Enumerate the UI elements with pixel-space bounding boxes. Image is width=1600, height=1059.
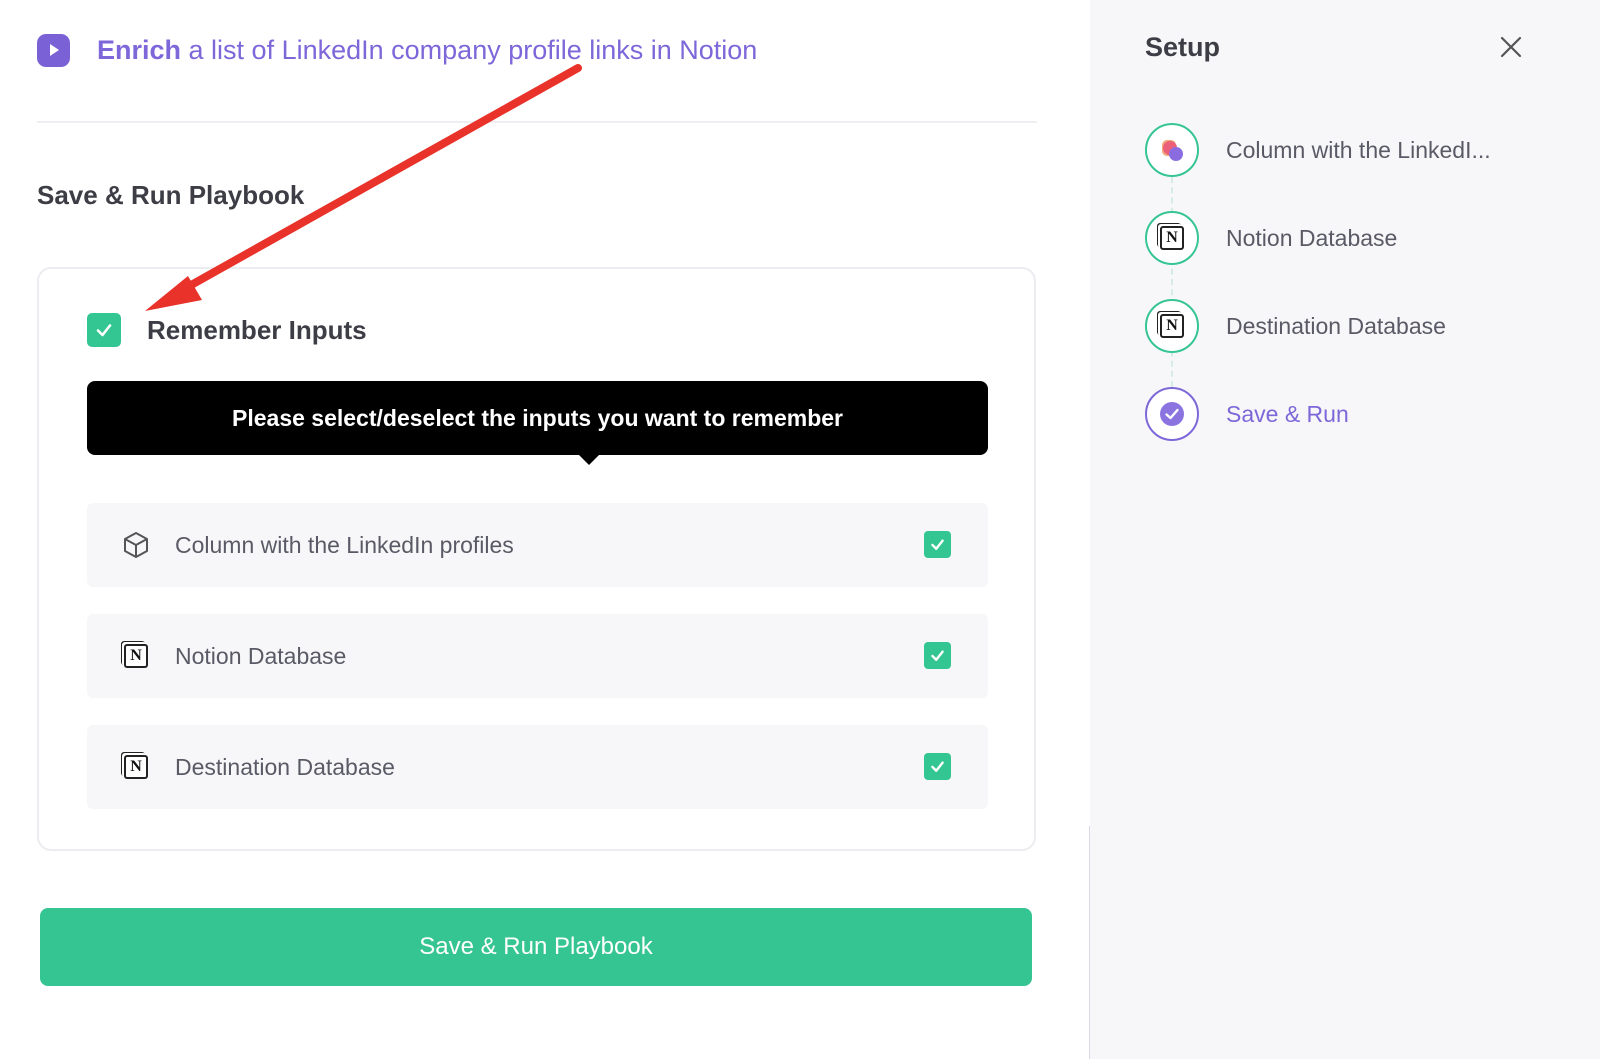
notion-icon: N (1145, 299, 1199, 353)
app-logo-icon (1145, 123, 1199, 177)
check-circle-icon (1145, 387, 1199, 441)
checkmark-icon (96, 324, 112, 337)
input-item-label: Destination Database (175, 753, 395, 780)
cube-icon (121, 530, 151, 560)
step-notion-database[interactable]: N Notion Database (1145, 211, 1397, 265)
notion-icon: N (121, 641, 151, 671)
sidebar-title: Setup (1145, 32, 1221, 62)
playbook-title-bold: Enrich (97, 34, 182, 65)
main-panel: Enrich a list of LinkedIn company profil… (0, 0, 1090, 1059)
checkmark-icon (931, 761, 944, 772)
step-label: Save & Run (1226, 400, 1349, 427)
tooltip-arrow (579, 455, 599, 465)
playbook-title-rest: a list of LinkedIn company profile links… (181, 34, 758, 65)
step-label: Notion Database (1226, 224, 1398, 251)
setup-sidebar: Setup Column with the LinkedI... N Notio… (1090, 0, 1600, 1059)
input-item-destination-database[interactable]: N Destination Database (87, 725, 988, 809)
checkmark-icon (931, 650, 944, 661)
save-and-run-button[interactable]: Save & Run Playbook (40, 908, 1032, 986)
play-icon[interactable] (37, 33, 70, 67)
steps-connector (1171, 177, 1173, 387)
playbook-header: Enrich a list of LinkedIn company profil… (37, 30, 757, 70)
remember-inputs-label[interactable]: Remember Inputs (147, 315, 367, 346)
input-item-notion-database[interactable]: N Notion Database (87, 614, 988, 698)
tooltip: Please select/deselect the inputs you wa… (87, 381, 988, 465)
step-linkedin-column[interactable]: Column with the LinkedI... (1145, 123, 1491, 177)
remember-inputs-checkbox[interactable] (87, 313, 121, 347)
playbook-title[interactable]: Enrich a list of LinkedIn company profil… (97, 35, 757, 66)
remember-inputs-row: Remember Inputs (87, 313, 367, 347)
input-item-linkedin-column[interactable]: Column with the LinkedIn profiles (87, 503, 988, 587)
step-label: Destination Database (1226, 312, 1446, 339)
close-icon[interactable] (1498, 34, 1524, 60)
input-item-label: Column with the LinkedIn profiles (175, 531, 514, 558)
step-save-and-run[interactable]: Save & Run (1145, 387, 1349, 441)
tooltip-text: Please select/deselect the inputs you wa… (232, 404, 843, 431)
notion-icon: N (121, 752, 151, 782)
step-label: Column with the LinkedI... (1226, 136, 1491, 163)
header-divider (37, 121, 1037, 123)
section-title: Save & Run Playbook (37, 180, 305, 210)
checkmark-icon (931, 539, 944, 550)
input-item-label: Notion Database (175, 642, 347, 669)
input-item-checkbox[interactable] (924, 531, 951, 558)
remember-inputs-card: Remember Inputs Please select/deselect t… (37, 267, 1036, 851)
input-item-checkbox[interactable] (924, 642, 951, 669)
step-destination-database[interactable]: N Destination Database (1145, 299, 1446, 353)
input-item-checkbox[interactable] (924, 753, 951, 780)
notion-icon: N (1145, 211, 1199, 265)
